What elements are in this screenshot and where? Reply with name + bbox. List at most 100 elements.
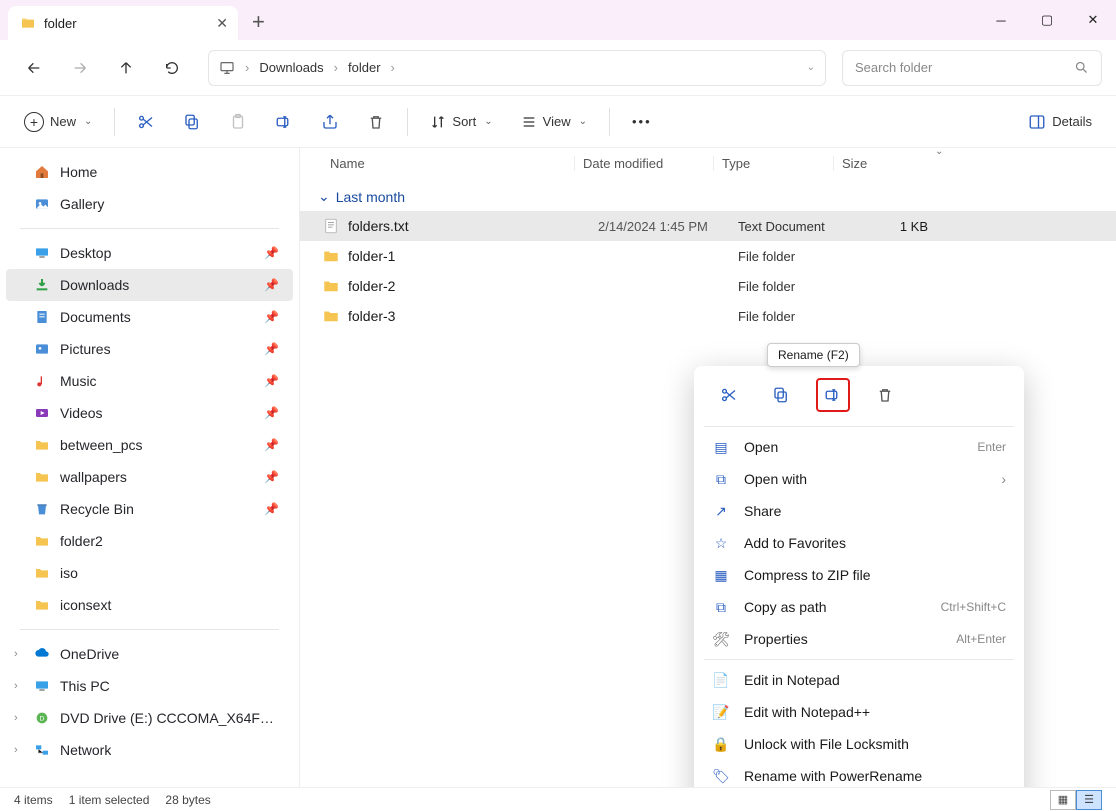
chevron-right-icon: › bbox=[1001, 471, 1006, 487]
sidebar-item-gallery[interactable]: Gallery bbox=[6, 188, 293, 220]
ctx-add-favorites[interactable]: ☆Add to Favorites bbox=[694, 527, 1024, 559]
sidebar-item-dvd[interactable]: ›DDVD Drive (E:) CCCOMA_X64FRE_EN-US_DV bbox=[6, 702, 293, 734]
view-button[interactable]: View⌄ bbox=[511, 104, 597, 140]
sidebar-item-pictures[interactable]: Pictures📌 bbox=[6, 333, 293, 365]
ctx-rename-button[interactable] bbox=[816, 378, 850, 412]
refresh-button[interactable] bbox=[152, 50, 192, 86]
column-date[interactable]: Date modified bbox=[574, 156, 714, 171]
pin-icon: 📌 bbox=[264, 278, 279, 292]
sidebar-item-recycle-bin[interactable]: Recycle Bin📌 bbox=[6, 493, 293, 525]
notepad-icon: 📄 bbox=[712, 672, 730, 689]
ctx-properties[interactable]: 🛠PropertiesAlt+Enter bbox=[694, 623, 1024, 655]
list-icon bbox=[521, 114, 537, 130]
new-tab-button[interactable]: + bbox=[252, 9, 265, 35]
svg-text:D: D bbox=[40, 716, 45, 723]
window-tab[interactable]: folder ✕ bbox=[8, 6, 238, 40]
chevron-right-icon: › bbox=[14, 648, 18, 660]
title-bar: folder ✕ + ─ ▢ ✕ bbox=[0, 0, 1116, 40]
file-name: folder-2 bbox=[348, 278, 598, 294]
search-box[interactable]: Search folder bbox=[842, 50, 1102, 86]
ctx-delete-button[interactable] bbox=[868, 378, 902, 412]
column-size[interactable]: Size bbox=[834, 156, 904, 171]
sidebar-item-music[interactable]: Music📌 bbox=[6, 365, 293, 397]
ctx-compress[interactable]: ▦Compress to ZIP file bbox=[694, 559, 1024, 591]
ctx-open[interactable]: ▤OpenEnter bbox=[694, 431, 1024, 463]
ctx-open-with[interactable]: ⧉Open with› bbox=[694, 463, 1024, 495]
paste-icon bbox=[229, 113, 247, 131]
column-name[interactable]: Name bbox=[324, 156, 574, 171]
sidebar-icon bbox=[34, 565, 50, 581]
sidebar-item-wallpapers[interactable]: wallpapers📌 bbox=[6, 461, 293, 493]
new-button[interactable]: +New⌄ bbox=[14, 104, 102, 140]
forward-button[interactable] bbox=[60, 50, 100, 86]
more-button[interactable]: ••• bbox=[622, 104, 662, 140]
column-headers[interactable]: Name Date modified Type Size ⌄ bbox=[300, 148, 1116, 178]
sort-icon bbox=[430, 114, 446, 130]
tab-close-icon[interactable]: ✕ bbox=[216, 15, 228, 32]
file-row[interactable]: folder-1File folder bbox=[300, 241, 1116, 271]
sidebar-item-videos[interactable]: Videos📌 bbox=[6, 397, 293, 429]
ctx-copy-path[interactable]: ⧉Copy as pathCtrl+Shift+C bbox=[694, 591, 1024, 623]
close-window-button[interactable]: ✕ bbox=[1070, 0, 1116, 40]
file-size: 1 KB bbox=[858, 219, 928, 234]
ctx-cut-button[interactable] bbox=[712, 378, 746, 412]
file-row[interactable]: folder-3File folder bbox=[300, 301, 1116, 331]
share-button[interactable] bbox=[311, 104, 349, 140]
share-icon bbox=[321, 113, 339, 131]
ctx-copy-button[interactable] bbox=[764, 378, 798, 412]
search-placeholder: Search folder bbox=[855, 60, 932, 75]
sidebar-item-this[interactable]: ›This PC bbox=[6, 670, 293, 702]
group-header[interactable]: ⌄Last month bbox=[300, 178, 1116, 211]
breadcrumb-segment[interactable]: Downloads bbox=[259, 60, 323, 75]
ctx-share[interactable]: ↗Share bbox=[694, 495, 1024, 527]
sidebar-icon bbox=[34, 501, 50, 517]
file-date: 2/14/2024 1:45 PM bbox=[598, 219, 738, 234]
copy-button[interactable] bbox=[173, 104, 211, 140]
sidebar-item-onedrive[interactable]: ›OneDrive bbox=[6, 638, 293, 670]
ctx-edit-notepad[interactable]: 📄Edit in Notepad bbox=[694, 664, 1024, 696]
cut-button[interactable] bbox=[127, 104, 165, 140]
chevron-down-icon: ⌄ bbox=[484, 116, 492, 127]
ctx-edit-notepadpp[interactable]: 📝Edit with Notepad++ bbox=[694, 696, 1024, 728]
trash-icon bbox=[367, 113, 385, 131]
address-bar[interactable]: › Downloads › folder › ⌄ bbox=[208, 50, 826, 86]
paste-button[interactable] bbox=[219, 104, 257, 140]
divider bbox=[20, 228, 279, 229]
view-details-button[interactable]: ☰ bbox=[1076, 790, 1102, 810]
file-row[interactable]: folder-2File folder bbox=[300, 271, 1116, 301]
search-icon bbox=[1074, 60, 1089, 75]
breadcrumb-segment[interactable]: folder bbox=[348, 60, 381, 75]
back-button[interactable] bbox=[14, 50, 54, 86]
sidebar-item-iconsext[interactable]: iconsext bbox=[6, 589, 293, 621]
sidebar-item-network[interactable]: ›Network bbox=[6, 734, 293, 766]
folder-icon bbox=[322, 307, 340, 325]
sidebar-item-between_pcs[interactable]: between_pcs📌 bbox=[6, 429, 293, 461]
view-thumbnails-button[interactable]: ▦ bbox=[1050, 790, 1076, 810]
details-pane-button[interactable]: Details bbox=[1018, 104, 1102, 140]
delete-button[interactable] bbox=[357, 104, 395, 140]
file-row[interactable]: folders.txt2/14/2024 1:45 PMText Documen… bbox=[300, 211, 1116, 241]
divider bbox=[407, 108, 408, 136]
sidebar-item-desktop[interactable]: Desktop📌 bbox=[6, 237, 293, 269]
chevron-right-icon: › bbox=[14, 712, 18, 724]
minimize-button[interactable]: ─ bbox=[978, 0, 1024, 40]
up-button[interactable] bbox=[106, 50, 146, 86]
sidebar-item-documents[interactable]: Documents📌 bbox=[6, 301, 293, 333]
sidebar-item-downloads[interactable]: Downloads📌 bbox=[6, 269, 293, 301]
notepadpp-icon: 📝 bbox=[712, 704, 730, 721]
sidebar-item-folder2[interactable]: folder2 bbox=[6, 525, 293, 557]
sidebar-icon bbox=[34, 533, 50, 549]
sidebar-icon bbox=[34, 597, 50, 613]
column-type[interactable]: Type bbox=[714, 156, 834, 171]
sidebar-item-iso[interactable]: iso bbox=[6, 557, 293, 589]
sidebar-item-home[interactable]: Home bbox=[6, 156, 293, 188]
gallery-icon bbox=[34, 196, 50, 212]
maximize-button[interactable]: ▢ bbox=[1024, 0, 1070, 40]
ctx-unlock-locksmith[interactable]: 🔒Unlock with File Locksmith bbox=[694, 728, 1024, 760]
chevron-down-icon[interactable]: ⌄ bbox=[807, 62, 815, 73]
sidebar-icon bbox=[34, 309, 50, 325]
ctx-powerrename[interactable]: 🏷Rename with PowerRename bbox=[694, 760, 1024, 787]
sort-button[interactable]: Sort⌄ bbox=[420, 104, 502, 140]
rename-button[interactable] bbox=[265, 104, 303, 140]
navigation-pane[interactable]: Home Gallery Desktop📌Downloads📌Documents… bbox=[0, 148, 300, 787]
